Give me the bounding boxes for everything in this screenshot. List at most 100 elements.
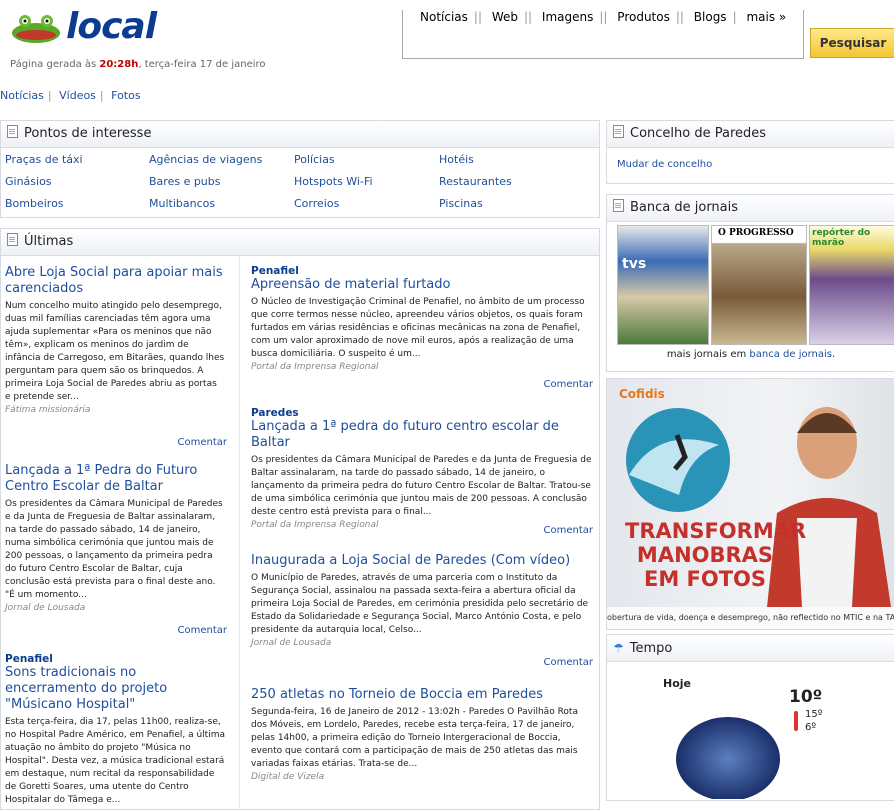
- weather-icon: ☂: [613, 641, 624, 655]
- top-navigation: Notícias | Vídeos | Fotos: [0, 89, 141, 102]
- surfer-image: [626, 408, 730, 512]
- generated-time: 20:28h: [99, 59, 139, 70]
- search-tab-noticias[interactable]: Notícias: [414, 10, 474, 24]
- site-logo[interactable]: local: [10, 6, 210, 48]
- news-item: 250 atletas no Torneio de Boccia em Pare…: [251, 687, 593, 783]
- news-item: Inaugurada a Loja Social de Paredes (Com…: [251, 553, 593, 649]
- poi-panel: Pontos de interesse Praças de táxi Ginás…: [0, 120, 600, 218]
- ad-headline: TRANSFORMAR MANOBRAS EM FOTOS: [625, 519, 807, 591]
- weather-max: 15º: [805, 709, 823, 720]
- poi-link[interactable]: Piscinas: [439, 193, 584, 215]
- news-item: Paredes Lançada a 1ª pedra do futuro cen…: [251, 407, 593, 531]
- search-button[interactable]: Pesquisar: [810, 28, 894, 58]
- news-source[interactable]: Digital de Vizela: [251, 771, 593, 783]
- poi-link[interactable]: Hotéis: [439, 149, 584, 171]
- news-category[interactable]: Penafiel: [251, 265, 593, 277]
- news-summary: Os presidentes da Câmara Municipal de Pa…: [5, 499, 223, 600]
- news-title[interactable]: Apreensão de material furtado: [251, 277, 593, 293]
- comment-link[interactable]: Comentar: [544, 525, 594, 536]
- news-title[interactable]: Abre Loja Social para apoiar mais carenc…: [5, 265, 225, 297]
- poi-link[interactable]: Multibancos: [149, 193, 294, 215]
- poi-link[interactable]: Correios: [294, 193, 439, 215]
- news-item: Lançada a 1ª Pedra do Futuro Centro Esco…: [5, 463, 225, 614]
- ultimas-panel: Últimas Abre Loja Social para apoiar mai…: [0, 228, 600, 810]
- news-source[interactable]: Portal da Imprensa Regional: [251, 519, 593, 531]
- document-icon: [7, 233, 18, 246]
- search-tab-blogs[interactable]: Blogs: [688, 10, 733, 24]
- ad-disclaimer: obertura de vida, doença e desemprego, n…: [607, 607, 894, 629]
- document-icon: [7, 125, 18, 138]
- concelho-header: Concelho de Paredes: [607, 121, 894, 148]
- nav-fotos[interactable]: Fotos: [111, 89, 140, 102]
- newspaper-cover[interactable]: tvs: [617, 225, 709, 345]
- news-title[interactable]: Lançada a 1ª pedra do futuro centro esco…: [251, 419, 593, 451]
- news-title[interactable]: Lançada a 1ª Pedra do Futuro Centro Esco…: [5, 463, 225, 495]
- comment-link[interactable]: Comentar: [178, 437, 228, 448]
- newspaper-covers: tvs O PROGRESSO repórter do marão: [617, 225, 894, 345]
- poi-link[interactable]: Praças de táxi: [5, 149, 150, 171]
- generated-timestamp: Página gerada às 20:28h, terça-feira 17 …: [10, 59, 266, 70]
- newspaper-cover[interactable]: O PROGRESSO: [711, 225, 807, 345]
- change-municipality-link[interactable]: Mudar de concelho: [617, 159, 712, 170]
- column-divider: [239, 257, 240, 809]
- news-item: Abre Loja Social para apoiar mais carenc…: [5, 265, 225, 416]
- concelho-panel: Concelho de Paredes Mudar de concelho: [606, 120, 894, 184]
- poi-link[interactable]: Restaurantes: [439, 171, 584, 193]
- comment-link[interactable]: Comentar: [178, 625, 228, 636]
- logo-text: local: [66, 6, 157, 47]
- poi-column: Praças de táxi Ginásios Bombeiros: [5, 149, 150, 215]
- news-source[interactable]: Fátima missionária: [5, 404, 225, 416]
- document-icon: [613, 125, 624, 138]
- news-source[interactable]: Jornal de Lousada: [5, 602, 225, 614]
- weather-panel: ☂ Tempo Hoje 10º 15º 6º: [606, 634, 894, 801]
- night-moon-icon: [676, 717, 780, 799]
- news-title[interactable]: 250 atletas no Torneio de Boccia em Pare…: [251, 687, 593, 703]
- poi-link[interactable]: Bares e pubs: [149, 171, 294, 193]
- frog-logo-icon: [12, 15, 60, 43]
- news-summary: Segunda-feira, 16 de Janeiro de 2012 - 1…: [251, 707, 578, 769]
- news-summary: Os presidentes da Câmara Municipal de Pa…: [251, 455, 592, 517]
- news-title[interactable]: Inaugurada a Loja Social de Paredes (Com…: [251, 553, 593, 569]
- poi-header: Pontos de interesse: [1, 121, 599, 148]
- poi-column: Polícias Hotspots Wi-Fi Correios: [294, 149, 439, 215]
- poi-column: Agências de viagens Bares e pubs Multiba…: [149, 149, 294, 215]
- newspaper-cover[interactable]: repórter do marão: [809, 225, 894, 345]
- poi-link[interactable]: Agências de viagens: [149, 149, 294, 171]
- news-summary: O Município de Paredes, através de uma p…: [251, 573, 589, 635]
- news-source[interactable]: Portal da Imprensa Regional: [251, 361, 593, 373]
- news-item: Penafiel Apreensão de material furtado O…: [251, 265, 593, 373]
- news-summary: O Núcleo de Investigação Criminal de Pen…: [251, 297, 585, 359]
- thermometer-icon: [794, 711, 798, 731]
- nav-videos[interactable]: Vídeos: [59, 89, 96, 102]
- nav-noticias[interactable]: Notícias: [0, 89, 44, 102]
- poi-link[interactable]: Hotspots Wi-Fi: [294, 171, 439, 193]
- search-tab-web[interactable]: Web: [486, 10, 524, 24]
- document-icon: [613, 199, 624, 212]
- weather-day: Hoje: [663, 677, 691, 690]
- newsstand-header: Banca de jornais: [607, 195, 894, 222]
- news-source[interactable]: Jornal de Lousada: [251, 637, 593, 649]
- search-tab-produtos[interactable]: Produtos: [611, 10, 676, 24]
- search-tabs: Notícias || Web || Imagens || Produtos || Bl…: [414, 10, 792, 24]
- weather-min: 6º: [805, 722, 817, 733]
- comment-link[interactable]: Comentar: [544, 379, 594, 390]
- news-summary: Num concelho muito atingido pelo desempr…: [5, 301, 225, 402]
- search-tab-imagens[interactable]: Imagens: [536, 10, 599, 24]
- news-category[interactable]: Paredes: [251, 407, 593, 419]
- weather-header: ☂ Tempo: [607, 635, 894, 662]
- poi-link[interactable]: Polícias: [294, 149, 439, 171]
- news-title[interactable]: Sons tradicionais no encerramento do pro…: [5, 665, 225, 713]
- weather-temperature: 10º: [789, 687, 823, 707]
- news-summary: Esta terça-feira, dia 17, pelas 11h00, r…: [5, 717, 225, 805]
- poi-link[interactable]: Bombeiros: [5, 193, 150, 215]
- newsstand-panel: Banca de jornais tvs O PROGRESSO repórte…: [606, 194, 894, 372]
- news-category[interactable]: Penafiel: [5, 653, 225, 665]
- poi-link[interactable]: Ginásios: [5, 171, 150, 193]
- advertisement-banner[interactable]: Cofidis TRANSFORMAR MANOBRAS EM FOTOS ob…: [606, 378, 894, 630]
- more-newspapers: mais jornais em banca de jornais.: [666, 349, 836, 360]
- news-item: Penafiel Sons tradicionais no encerramen…: [5, 653, 225, 807]
- search-tab-mais[interactable]: mais »: [740, 10, 792, 24]
- ad-brand-logo: Cofidis: [619, 387, 665, 401]
- comment-link[interactable]: Comentar: [544, 657, 594, 668]
- newsstand-link[interactable]: banca de jornais: [749, 349, 832, 360]
